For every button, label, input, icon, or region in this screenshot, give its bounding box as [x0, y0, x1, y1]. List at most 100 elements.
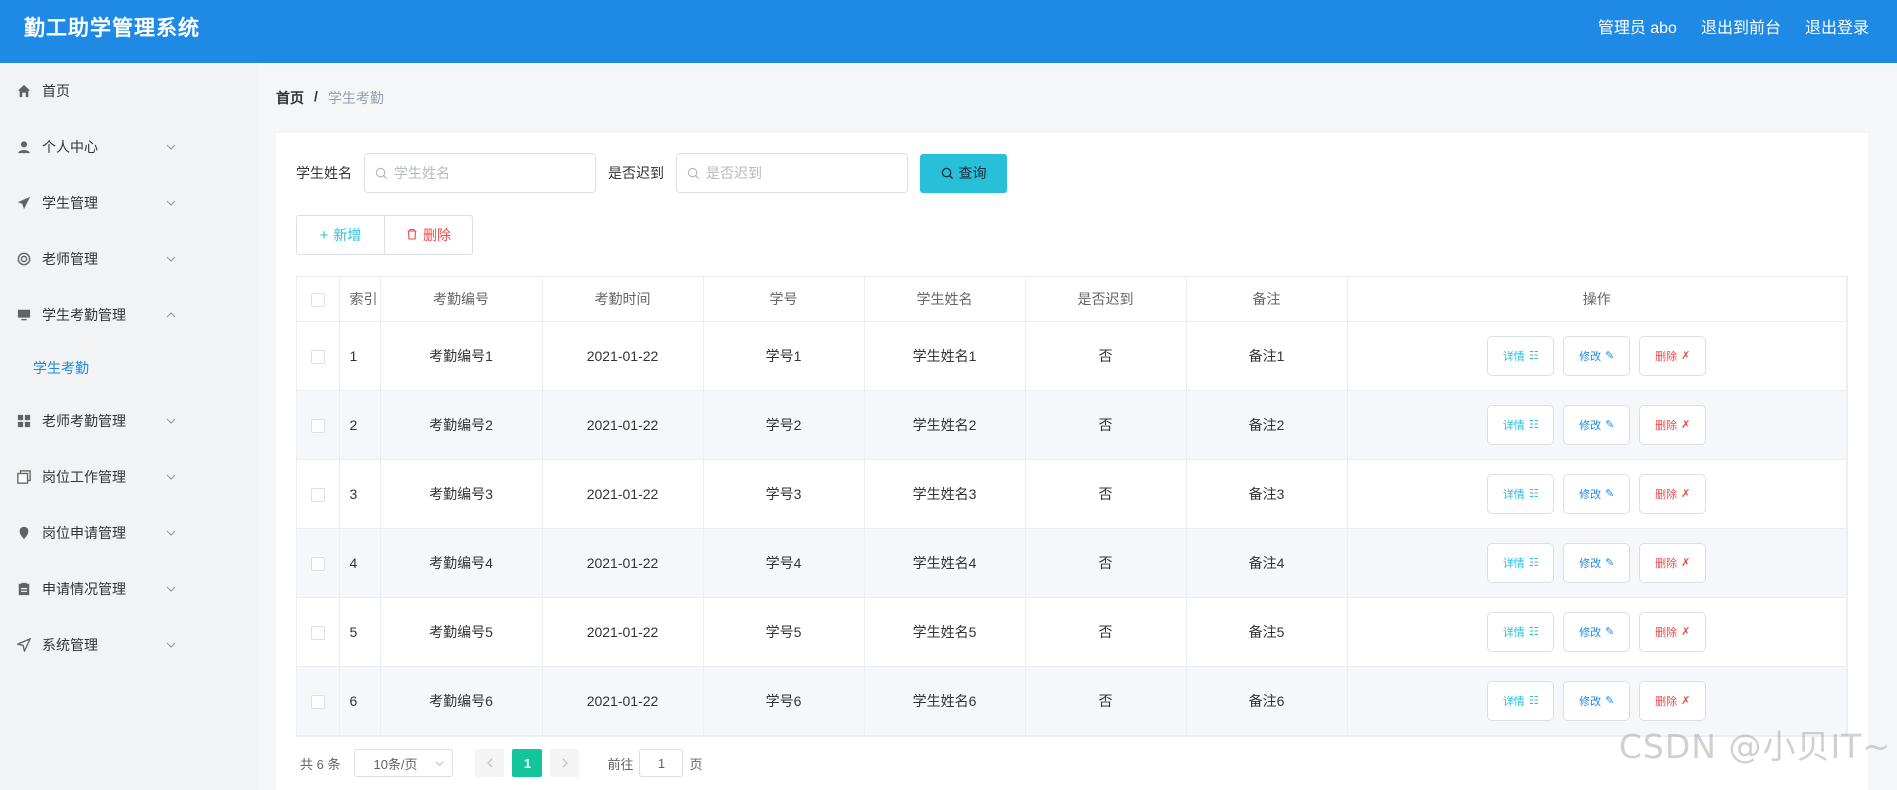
delete-button[interactable]: 删除 ✗	[1639, 611, 1707, 652]
delete-button[interactable]: 删除 ✗	[1639, 473, 1707, 514]
add-button[interactable]: + 新增	[296, 215, 385, 255]
trash-icon	[406, 227, 418, 244]
trash-icon: ✗	[1681, 626, 1691, 638]
row-checkbox[interactable]	[310, 349, 325, 364]
goto-unit: 页	[689, 756, 703, 772]
home-icon	[16, 83, 32, 99]
sidebar-item-teacher-management[interactable]: 老师管理	[0, 231, 258, 287]
chevron-up-icon	[166, 312, 176, 318]
student-name-input[interactable]: 学生姓名	[364, 153, 596, 193]
chevron-right-icon	[562, 758, 568, 768]
page-number-active[interactable]: 1	[512, 749, 543, 777]
sidebar-item-system-management[interactable]: 系统管理	[0, 617, 258, 673]
edit-button[interactable]: 修改 ✎	[1563, 404, 1631, 445]
sidebar-subitem-student-attendance[interactable]: 学生考勤	[0, 343, 258, 393]
chevron-left-icon	[487, 758, 493, 768]
batch-delete-label: 删除	[423, 227, 451, 243]
cell-remark: 备注5	[1186, 597, 1348, 667]
detail-button[interactable]: 详情 ☷	[1487, 404, 1555, 445]
edit-button[interactable]: 修改 ✎	[1563, 611, 1631, 652]
sidebar-item-job-management[interactable]: 岗位工作管理	[0, 449, 258, 505]
edit-button[interactable]: 修改 ✎	[1563, 680, 1631, 721]
sidebar-item-label: 岗位申请管理	[42, 525, 126, 541]
goto-label: 前往	[607, 756, 634, 772]
cell-attendance-no: 考勤编号2	[380, 390, 543, 460]
detail-button-label: 详情	[1502, 626, 1525, 639]
detail-button[interactable]: 详情 ☷	[1487, 680, 1555, 721]
exit-to-front-link[interactable]: 退出到前台	[1701, 14, 1781, 38]
detail-button[interactable]: 详情 ☷	[1487, 473, 1555, 514]
sidebar: 首页 个人中心 学生管理 老师管理 学生考勤管理 学生考勤 老师考勤管理 岗位工…	[0, 63, 258, 790]
sidebar-item-label: 首页	[42, 83, 70, 99]
select-all-checkbox[interactable]	[310, 292, 325, 307]
edit-icon: ✎	[1605, 419, 1615, 431]
row-checkbox[interactable]	[310, 694, 325, 709]
cell-student-name: 学生姓名3	[864, 459, 1026, 529]
monitor-icon	[16, 307, 32, 323]
sidebar-item-label: 老师管理	[42, 251, 98, 267]
breadcrumb-home[interactable]: 首页	[276, 88, 304, 108]
document-icon: ☷	[1528, 419, 1539, 431]
detail-button[interactable]: 详情 ☷	[1487, 542, 1555, 583]
trash-icon: ✗	[1681, 419, 1691, 431]
breadcrumb: 首页 / 学生考勤	[276, 88, 384, 108]
chevron-down-icon	[166, 418, 176, 424]
delete-button[interactable]: 删除 ✗	[1639, 404, 1707, 445]
row-checkbox[interactable]	[310, 418, 325, 433]
chevron-down-icon	[166, 530, 176, 536]
chevron-down-icon	[166, 474, 176, 480]
sidebar-item-student-attendance-management[interactable]: 学生考勤管理	[0, 287, 258, 343]
detail-button-label: 详情	[1502, 350, 1525, 363]
sidebar-item-student-management[interactable]: 学生管理	[0, 175, 258, 231]
page-size-select[interactable]: 10条/页	[354, 749, 454, 777]
late-input[interactable]: 是否迟到	[676, 153, 908, 193]
header-actions: 管理员 abo 退出到前台 退出登录	[1598, 14, 1869, 38]
row-actions-cell: 详情 ☷ 修改 ✎ 删除 ✗	[1347, 390, 1847, 460]
sidebar-item-home[interactable]: 首页	[0, 63, 258, 119]
edit-button[interactable]: 修改 ✎	[1563, 335, 1631, 376]
edit-button[interactable]: 修改 ✎	[1563, 542, 1631, 583]
delete-button[interactable]: 删除 ✗	[1639, 542, 1707, 583]
query-button[interactable]: 查询	[920, 153, 1007, 193]
sidebar-item-label: 个人中心	[42, 139, 98, 155]
row-select-cell	[297, 528, 340, 598]
detail-button[interactable]: 详情 ☷	[1487, 611, 1555, 652]
batch-delete-button[interactable]: 删除	[384, 215, 473, 255]
cell-student-name: 学生姓名1	[864, 321, 1026, 391]
query-button-label: 查询	[958, 165, 987, 181]
sidebar-item-personal-center[interactable]: 个人中心	[0, 119, 258, 175]
document-icon: ☷	[1528, 557, 1539, 569]
table-row: 4 考勤编号4 2021-01-22 学号4 学生姓名4 否备注4 详情 ☷ 修改 ✎ 删除 ✗	[297, 528, 1847, 598]
chevron-down-icon	[166, 642, 176, 648]
admin-user-link[interactable]: 管理员 abo	[1598, 14, 1677, 38]
sidebar-item-job-application-management[interactable]: 岗位申请管理	[0, 505, 258, 561]
cell-row-index: 2	[339, 390, 381, 460]
column-header-attendance-time: 考勤时间	[542, 277, 704, 322]
cell-student-name: 学生姓名2	[864, 390, 1026, 460]
row-checkbox[interactable]	[310, 487, 325, 502]
row-checkbox[interactable]	[310, 556, 325, 571]
sidebar-item-teacher-attendance-management[interactable]: 老师考勤管理	[0, 393, 258, 449]
prev-page-button[interactable]	[475, 749, 505, 777]
cell-row-index: 6	[339, 666, 381, 736]
detail-button[interactable]: 详情 ☷	[1487, 335, 1555, 376]
column-header-remark: 备注	[1186, 277, 1348, 322]
sidebar-item-application-status-management[interactable]: 申请情况管理	[0, 561, 258, 617]
row-checkbox[interactable]	[310, 625, 325, 640]
logout-link[interactable]: 退出登录	[1805, 14, 1869, 38]
edit-button[interactable]: 修改 ✎	[1563, 473, 1631, 514]
clipboard-icon	[16, 581, 32, 597]
navigation-icon	[16, 637, 32, 653]
sidebar-item-label: 学生管理	[42, 195, 98, 211]
cell-remark: 备注2	[1186, 390, 1348, 460]
next-page-button[interactable]	[550, 749, 580, 777]
edit-button-label: 修改	[1579, 626, 1602, 639]
goto-page-input[interactable]: 1	[639, 749, 684, 777]
delete-button[interactable]: 删除 ✗	[1639, 680, 1707, 721]
delete-button[interactable]: 删除 ✗	[1639, 335, 1707, 376]
edit-icon: ✎	[1605, 557, 1615, 569]
cell-attendance-time: 2021-01-22	[542, 390, 704, 460]
trash-icon: ✗	[1681, 350, 1691, 362]
document-icon: ☷	[1528, 626, 1539, 638]
sidebar-item-label: 学生考勤管理	[42, 307, 126, 323]
